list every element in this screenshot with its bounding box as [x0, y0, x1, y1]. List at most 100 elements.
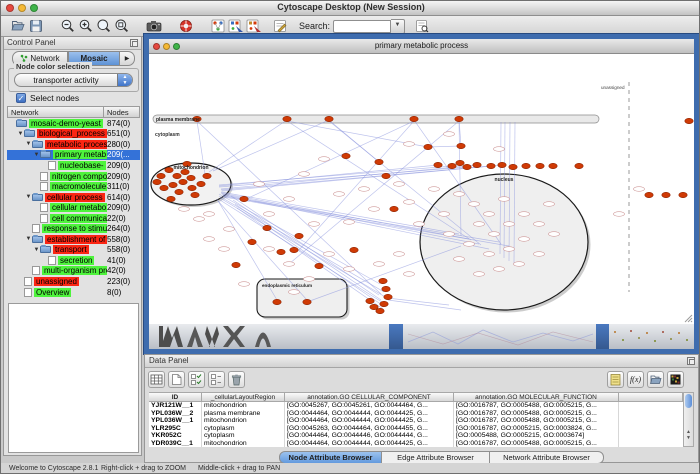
network-node[interactable]	[380, 301, 388, 306]
network-node-small[interactable]	[534, 252, 545, 257]
zoom-in-button[interactable]	[77, 17, 95, 35]
network-node[interactable]	[342, 153, 350, 158]
network-node-small[interactable]	[289, 290, 300, 295]
disclosure-triangle-icon[interactable]: ▼	[33, 152, 40, 158]
network-node-small[interactable]	[414, 222, 425, 227]
network-node-small[interactable]	[404, 272, 415, 277]
unselect-attributes-icon[interactable]	[208, 371, 225, 388]
tree-row[interactable]: ▼cellular process614(0)	[7, 192, 140, 203]
network-node[interactable]	[382, 286, 390, 291]
disclosure-triangle-icon[interactable]: ▼	[25, 236, 32, 242]
delete-attribute-icon[interactable]	[228, 371, 245, 388]
network-node-small[interactable]	[494, 147, 505, 152]
network-node[interactable]	[187, 175, 195, 180]
network-node-small[interactable]	[444, 132, 455, 137]
network-node-small[interactable]	[534, 222, 545, 227]
disclosure-triangle-icon[interactable]: ▼	[25, 194, 32, 200]
table-row[interactable]: YPL036W__2plasma membrane[GO:0044464, GO…	[149, 410, 683, 418]
network-node-small[interactable]	[519, 237, 530, 242]
network-node-small[interactable]	[489, 232, 500, 237]
network-node[interactable]	[153, 179, 161, 184]
table-scrollbar[interactable]: ▲▼	[683, 392, 694, 447]
table-column-header[interactable]: annotation.GO MOLECULAR_FUNCTION	[454, 392, 619, 402]
tree-row[interactable]: macromolecule311(0)	[7, 181, 140, 192]
network-node-small[interactable]	[504, 247, 515, 252]
network-node[interactable]	[167, 196, 175, 201]
tree-column-network[interactable]: Network	[7, 106, 104, 118]
network-edge[interactable]	[213, 120, 329, 171]
zoom-out-button[interactable]	[59, 17, 77, 35]
network-node[interactable]	[295, 233, 303, 238]
network-node[interactable]	[509, 164, 517, 169]
network-node-small[interactable]	[254, 182, 265, 187]
network-node[interactable]	[487, 163, 495, 168]
network-node[interactable]	[263, 225, 271, 230]
network-node[interactable]	[169, 182, 177, 187]
search-input[interactable]	[333, 20, 391, 33]
network-node[interactable]	[549, 163, 557, 168]
zoom-selected-button[interactable]	[95, 17, 113, 35]
tree-row[interactable]: mosaic-demo-yeast874(0)	[7, 118, 140, 129]
network-node-small[interactable]	[504, 222, 515, 227]
network-node-small[interactable]	[344, 220, 355, 225]
network-node[interactable]	[273, 299, 281, 304]
network-node[interactable]	[248, 239, 256, 244]
network-node-small[interactable]	[394, 182, 405, 187]
network-node-small[interactable]	[549, 232, 560, 237]
network-node[interactable]	[685, 118, 693, 123]
tree-column-nodes[interactable]: Nodes	[104, 106, 140, 118]
network-node-small[interactable]	[179, 207, 190, 212]
network-node[interactable]	[448, 163, 456, 168]
network-node-small[interactable]	[374, 262, 385, 267]
network-node[interactable]	[303, 299, 311, 304]
snapshot-camera-icon[interactable]	[145, 17, 163, 35]
network-node-small[interactable]	[454, 257, 465, 262]
network-node-small[interactable]	[614, 212, 625, 217]
network-node-small[interactable]	[634, 187, 645, 192]
network-node-small[interactable]	[284, 197, 295, 202]
network-node[interactable]	[197, 181, 205, 186]
network-node[interactable]	[179, 179, 187, 184]
table-column-header[interactable]: _cellularLayoutRegion	[202, 392, 285, 402]
disclosure-triangle-icon[interactable]: ▼	[25, 141, 32, 147]
network-node-small[interactable]	[309, 222, 320, 227]
import-network-icon[interactable]	[209, 17, 227, 35]
network-node[interactable]	[175, 189, 183, 194]
network-node-small[interactable]	[264, 212, 275, 217]
network-node[interactable]	[434, 162, 442, 167]
search-dropdown-button[interactable]: ▼	[391, 19, 405, 34]
network-node-small[interactable]	[284, 262, 295, 267]
network-node-small[interactable]	[394, 252, 405, 257]
tree-row[interactable]: ▼establishment of lo558(0)	[7, 234, 140, 245]
network-node-small[interactable]	[404, 200, 415, 205]
import-attribute-file-icon[interactable]	[647, 371, 664, 388]
network-node[interactable]	[375, 159, 383, 164]
network-node-small[interactable]	[219, 247, 230, 252]
tree-row[interactable]: ▼transport558(0)	[7, 245, 140, 256]
tree-row[interactable]: ▼biological_process651(0)	[7, 129, 140, 140]
select-nodes-checkbox[interactable]: ✓	[16, 93, 26, 103]
tree-row[interactable]: nucleobase-209(0)	[7, 160, 140, 171]
table-column-header[interactable]: annotation.GO CELLULAR_COMPONENT	[285, 392, 454, 402]
tree-row[interactable]: ▼primary metab209(...	[7, 150, 140, 161]
network-node-small[interactable]	[484, 252, 495, 257]
attribute-table-icon[interactable]	[148, 371, 165, 388]
network-node-small[interactable]	[204, 237, 215, 242]
network-node[interactable]	[382, 173, 390, 178]
network-node-small[interactable]	[359, 187, 370, 192]
network-node[interactable]	[498, 162, 506, 167]
network-node-small[interactable]	[194, 217, 205, 222]
network-node-small[interactable]	[264, 247, 275, 252]
network-node[interactable]	[390, 206, 398, 211]
float-panel-icon[interactable]	[130, 39, 138, 47]
import-attributes-icon[interactable]	[227, 17, 245, 35]
network-node[interactable]	[522, 163, 530, 168]
network-node[interactable]	[277, 249, 285, 254]
network-node-small[interactable]	[299, 172, 310, 177]
advanced-search-icon[interactable]	[413, 17, 431, 35]
network-view-titlebar[interactable]: primary metabolic process	[149, 39, 694, 54]
network-node-small[interactable]	[474, 222, 485, 227]
network-node[interactable]	[575, 163, 583, 168]
network-edge[interactable]	[209, 120, 287, 172]
network-node-small[interactable]	[224, 227, 235, 232]
